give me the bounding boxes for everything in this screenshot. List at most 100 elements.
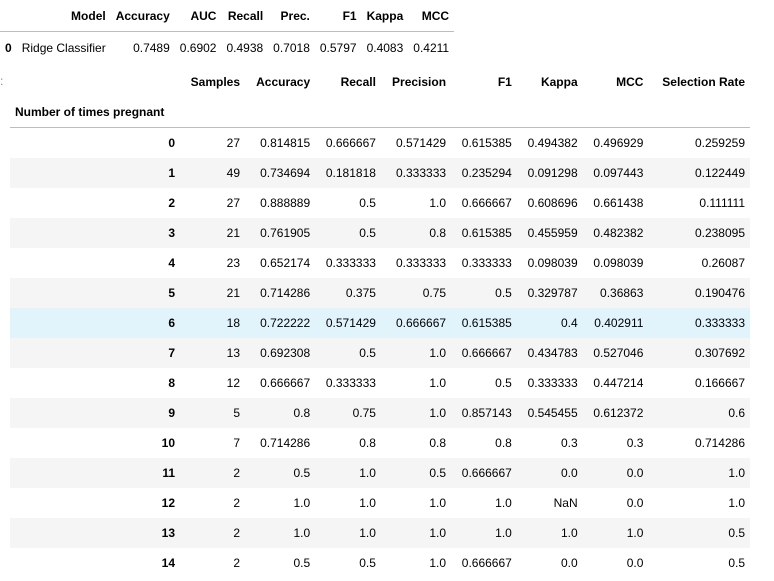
table-cell: 0.734694 — [260, 165, 311, 180]
table-cell: 0.612372 — [593, 405, 644, 420]
index-header — [10, 67, 180, 97]
table-cell: 0.666667 — [396, 315, 447, 330]
table-cell: 0.434783 — [527, 345, 578, 360]
column-header: Precision — [392, 75, 447, 89]
table-cell: 0.888889 — [260, 195, 311, 210]
table-row: 5 21 0.714286 0.375 0.75 0.5 0.329787 0.36863 0.… — [10, 277, 750, 308]
blank-header — [648, 97, 750, 128]
table-cell: 0.494382 — [527, 135, 578, 150]
row-index: 0 — [168, 135, 175, 150]
table-cell: 2 — [233, 495, 241, 510]
table-cell: 0.097443 — [593, 165, 644, 180]
table-cell: 1.0 — [293, 495, 311, 510]
table-cell: 0.4 — [560, 315, 578, 330]
table-cell: 1.0 — [359, 525, 376, 540]
row-index: 0 — [5, 40, 12, 55]
table-cell: 0.714286 — [260, 285, 311, 300]
column-header: Samples — [190, 75, 241, 89]
table-cell: 0.714286 — [694, 435, 745, 450]
blank-header — [380, 97, 452, 128]
table-cell: 0.722222 — [260, 315, 311, 330]
column-header: Selection Rate — [662, 75, 745, 89]
table-cell: 18 — [226, 315, 241, 330]
table-cell: 0.098039 — [527, 255, 578, 270]
table-cell: 1.0 — [429, 525, 447, 540]
column-header: AUC — [174, 0, 222, 32]
table-cell: 0.0 — [626, 555, 644, 570]
table-cell: 0.571429 — [325, 315, 376, 330]
table-cell: 0.615385 — [461, 135, 512, 150]
table-cell: 0.238095 — [694, 225, 745, 240]
table-cell: 1.0 — [359, 465, 376, 480]
table-cell: 0.333333 — [527, 375, 578, 390]
table-cell: 0.761905 — [260, 225, 311, 240]
table-cell: 0.527046 — [593, 345, 644, 360]
table-cell: 0.166667 — [694, 375, 745, 390]
table-cell: 0.375 — [345, 285, 376, 300]
table-cell: 0.5 — [728, 525, 745, 540]
table-cell: 0.091298 — [527, 165, 578, 180]
table-row: 3 21 0.761905 0.5 0.8 0.615385 0.455959 0.48238… — [10, 217, 750, 248]
table-cell: 2 — [233, 525, 241, 540]
table-cell: 1.0 — [429, 555, 447, 570]
table-cell: 0.3 — [626, 435, 644, 450]
table-cell: 0.7489 — [133, 40, 170, 55]
table-cell: 0.496929 — [593, 135, 644, 150]
table-row: 13 2 1.0 1.0 1.0 1.0 1.0 1.0 0.5 — [10, 517, 750, 548]
table-cell: 0.8 — [429, 435, 447, 450]
table-cell: 2 — [233, 555, 241, 570]
table-cell: 0.5797 — [319, 40, 357, 55]
row-index: 8 — [168, 375, 175, 390]
table-row: 2 27 0.888889 0.5 1.0 0.666667 0.608696 0.66143… — [10, 187, 750, 218]
table-row: 1 49 0.734694 0.181818 0.333333 0.235294 0.091… — [10, 157, 750, 188]
table-cell: 0.3 — [560, 435, 578, 450]
table-row: 9 5 0.8 0.75 1.0 0.857143 0.545455 0.612372 0.6 — [10, 397, 750, 428]
table-cell: 0.181818 — [325, 165, 376, 180]
table-cell: 27 — [226, 195, 241, 210]
column-header: MCC — [408, 0, 455, 32]
column-header: Prec. — [268, 0, 315, 32]
column-header: F1 — [314, 0, 362, 32]
table-cell: 5 — [233, 405, 241, 420]
table-cell: 7 — [233, 435, 241, 450]
table-cell: 0.4938 — [226, 40, 264, 55]
table-cell: 0.122449 — [694, 165, 745, 180]
output-prompt: : — [0, 74, 4, 88]
column-header: Accuracy — [256, 75, 311, 89]
table-cell: 0.5 — [359, 555, 376, 570]
table-cell: 0.333333 — [325, 375, 376, 390]
table-cell: 0.5 — [359, 225, 376, 240]
table-cell: 0.666667 — [461, 345, 512, 360]
table-cell: 0.8 — [495, 435, 512, 450]
blank-header — [180, 97, 246, 128]
table-cell: 0.307692 — [694, 345, 745, 360]
table-cell: 0.652174 — [260, 255, 311, 270]
row-index: 3 — [168, 225, 175, 240]
row-index: 7 — [168, 345, 175, 360]
table-cell: 0.111111 — [699, 195, 745, 210]
table-cell: 0.098039 — [593, 255, 644, 270]
table-row: 0 27 0.814815 0.666667 0.571429 0.615385 0.494… — [10, 127, 750, 158]
table-cell: 0.5 — [495, 375, 512, 390]
table-cell: NaN — [553, 495, 578, 510]
row-index: 12 — [161, 495, 175, 510]
table-cell: 0.0 — [626, 465, 644, 480]
row-index: 9 — [168, 405, 175, 420]
table-cell: 1.0 — [728, 495, 745, 510]
table-row: 10 7 0.714286 0.8 0.8 0.8 0.3 0.3 0.714286 — [10, 427, 750, 458]
row-index: 5 — [168, 285, 175, 300]
table-cell: 0.666667 — [461, 195, 512, 210]
table-cell: 21 — [226, 225, 241, 240]
table-cell: 0.402911 — [594, 315, 644, 330]
column-header: Kappa — [540, 75, 578, 89]
column-header: Recall — [340, 75, 376, 89]
table-cell: 1.0 — [429, 405, 447, 420]
row-index: 4 — [168, 255, 175, 270]
table-cell: 1.0 — [495, 495, 512, 510]
table-cell: 0.0 — [560, 555, 578, 570]
index-header — [0, 0, 17, 32]
table-cell: 0.75 — [352, 405, 376, 420]
table-cell: 1.0 — [560, 525, 578, 540]
table-cell: 12 — [226, 375, 241, 390]
table-cell: 0.5 — [359, 195, 376, 210]
